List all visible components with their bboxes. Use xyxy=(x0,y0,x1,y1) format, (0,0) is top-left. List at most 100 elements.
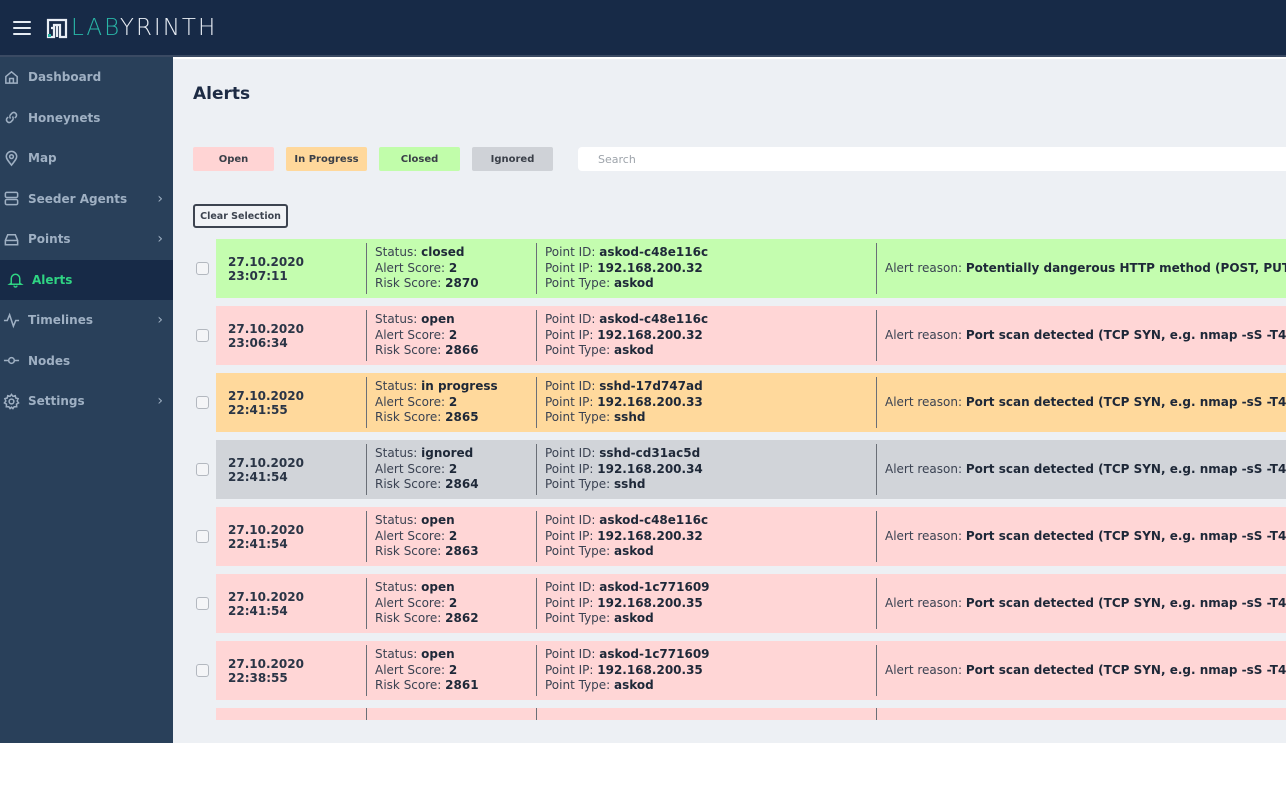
point-id-value: askod-c48e116c xyxy=(599,312,709,327)
alert-checkbox[interactable] xyxy=(196,262,209,275)
status-label: Status: xyxy=(375,513,422,528)
logo-mark-icon xyxy=(46,18,68,38)
alert-score-label: Alert Score: xyxy=(375,662,449,677)
alert-checkbox[interactable] xyxy=(196,597,209,610)
point-type-label: Point Type: xyxy=(545,678,615,693)
alert-status-column: Status: open Alert Score: 2 Risk Score: … xyxy=(366,578,536,629)
risk-score-label: Risk Score: xyxy=(375,477,446,492)
point-type-label: Point Type: xyxy=(545,343,615,358)
risk-score-value: 2865 xyxy=(445,410,479,425)
labyrinth-logo[interactable]: LABYRINTH xyxy=(46,13,217,43)
alert-score-label: Alert Score: xyxy=(375,595,449,610)
sidebar-item-honeynets[interactable]: Honeynets xyxy=(0,98,173,139)
alert-status-column: Status: in progress Alert Score: 2 Risk … xyxy=(366,377,536,428)
point-id-value: sshd-17d747ad xyxy=(599,379,703,394)
risk-score-label: Risk Score: xyxy=(375,678,446,693)
status-value: ignored xyxy=(421,446,474,461)
status-label: Status: xyxy=(375,580,422,595)
point-id-label: Point ID: xyxy=(545,379,600,394)
alert-row: 27.10.2020 22:38:55 Status: open Alert S… xyxy=(193,641,1286,700)
alert-score-label: Alert Score: xyxy=(375,528,449,543)
risk-score-value: 2862 xyxy=(445,611,479,626)
point-ip-value: 192.168.200.35 xyxy=(597,662,703,677)
alert-date: 27.10.2020 22:41:55 xyxy=(228,388,304,417)
point-ip-value: 192.168.200.33 xyxy=(597,394,703,409)
search-input[interactable] xyxy=(578,147,1286,171)
point-id-value: askod-c48e116c xyxy=(599,513,709,528)
alert-point-column: Point ID: askod-1c771609 Point IP: 192.1… xyxy=(536,645,876,696)
sidebar-item-timelines[interactable]: Timelines › xyxy=(0,300,173,341)
hard-drive-icon xyxy=(2,230,20,248)
status-value: open xyxy=(421,312,455,327)
alert-card[interactable]: 27.10.2020 22:41:55 Status: in progress … xyxy=(216,373,1286,432)
alert-point-column: Point ID: askod-c48e116c Point IP: 192.1… xyxy=(536,511,876,562)
alert-reason-label: Alert reason: xyxy=(885,461,966,476)
alert-card[interactable]: 27.10.2020 22:41:54 Status: ignored Aler… xyxy=(216,440,1286,499)
point-id-label: Point ID: xyxy=(545,446,600,461)
sidebar-item-map[interactable]: Map xyxy=(0,138,173,179)
hamburger-menu-icon[interactable] xyxy=(13,20,31,35)
alert-reason-label: Alert reason: xyxy=(885,260,966,275)
alert-card[interactable]: 27.10.2020 22:41:54 Status: open Alert S… xyxy=(216,507,1286,566)
alert-checkbox[interactable] xyxy=(196,329,209,342)
sidebar-item-alerts[interactable]: Alerts xyxy=(0,259,173,300)
alert-checkbox[interactable] xyxy=(196,396,209,409)
sidebar-item-dashboard[interactable]: Dashboard xyxy=(0,57,173,98)
alert-row: 27.10.2020 22:41:54 Status: open Alert S… xyxy=(193,507,1286,566)
point-id-value: sshd-cd31ac5d xyxy=(599,446,701,461)
alert-card[interactable]: 27.10.2020 22:38:55 Status: open Alert S… xyxy=(216,641,1286,700)
alert-score-value: 2 xyxy=(448,662,458,677)
alert-score-label: Alert Score: xyxy=(375,260,449,275)
alert-reason-label: Alert reason: xyxy=(885,595,966,610)
alert-card[interactable]: 27.10.2020 22:41:54 Status: open Alert S… xyxy=(216,574,1286,633)
alert-card[interactable]: 27.10.2020 23:06:34 Status: open Alert S… xyxy=(216,306,1286,365)
risk-score-label: Risk Score: xyxy=(375,343,446,358)
alert-checkbox[interactable] xyxy=(196,463,209,476)
alert-score-value: 2 xyxy=(448,595,458,610)
risk-score-value: 2861 xyxy=(445,678,479,693)
alert-checkbox[interactable] xyxy=(196,530,209,543)
point-ip-value: 192.168.200.34 xyxy=(597,461,703,476)
alert-reason-value: Port scan detected (TCP SYN, e.g. nmap -… xyxy=(965,461,1286,476)
alert-reason-value: Port scan detected (TCP SYN, e.g. nmap -… xyxy=(965,662,1286,677)
alert-reason-label: Alert reason: xyxy=(885,662,966,677)
clear-selection-button[interactable]: Clear Selection xyxy=(193,204,288,228)
alert-card[interactable] xyxy=(216,708,1286,720)
alert-score-value: 2 xyxy=(448,461,458,476)
point-ip-label: Point IP: xyxy=(545,260,598,275)
point-id-label: Point ID: xyxy=(545,513,600,528)
alert-status-column: Status: open Alert Score: 2 Risk Score: … xyxy=(366,310,536,361)
alert-score-label: Alert Score: xyxy=(375,327,449,342)
point-id-label: Point ID: xyxy=(545,647,600,662)
status-filter-bar: Open In Progress Closed Ignored xyxy=(193,147,565,171)
filter-closed-button[interactable]: Closed xyxy=(379,147,460,171)
alert-card[interactable]: 27.10.2020 23:07:11 Status: closed Alert… xyxy=(216,239,1286,298)
sidebar-item-points[interactable]: Points › xyxy=(0,219,173,260)
alert-date: 27.10.2020 22:41:54 xyxy=(228,589,304,618)
app-window: LABYRINTH Dashboard Honeynets Map Seeder… xyxy=(0,0,1286,743)
filter-ignored-button[interactable]: Ignored xyxy=(472,147,553,171)
filter-in-progress-button[interactable]: In Progress xyxy=(286,147,367,171)
point-ip-label: Point IP: xyxy=(545,394,598,409)
filter-open-button[interactable]: Open xyxy=(193,147,274,171)
point-ip-label: Point IP: xyxy=(545,461,598,476)
sidebar-item-label: Alerts xyxy=(32,272,73,287)
alert-date: 27.10.2020 22:41:54 xyxy=(228,522,304,551)
alert-row-partial xyxy=(193,708,1286,720)
sidebar-item-settings[interactable]: Settings › xyxy=(0,381,173,422)
main-content: Alerts Open In Progress Closed Ignored C… xyxy=(173,59,1286,743)
bell-icon xyxy=(6,271,24,289)
sidebar-item-label: Points xyxy=(28,232,71,247)
point-id-value: askod-1c771609 xyxy=(599,580,710,595)
alert-reason-column: Alert reason: Port scan detected (TCP SY… xyxy=(876,578,1286,629)
sidebar-item-seeder-agents[interactable]: Seeder Agents › xyxy=(0,179,173,220)
alert-checkbox[interactable] xyxy=(196,664,209,677)
sidebar-item-nodes[interactable]: Nodes xyxy=(0,341,173,382)
risk-score-value: 2863 xyxy=(445,544,479,559)
point-id-label: Point ID: xyxy=(545,580,600,595)
status-value: open xyxy=(421,647,455,662)
point-id-label: Point ID: xyxy=(545,312,600,327)
risk-score-label: Risk Score: xyxy=(375,410,446,425)
alert-reason-label: Alert reason: xyxy=(885,394,966,409)
point-type-label: Point Type: xyxy=(545,611,615,626)
